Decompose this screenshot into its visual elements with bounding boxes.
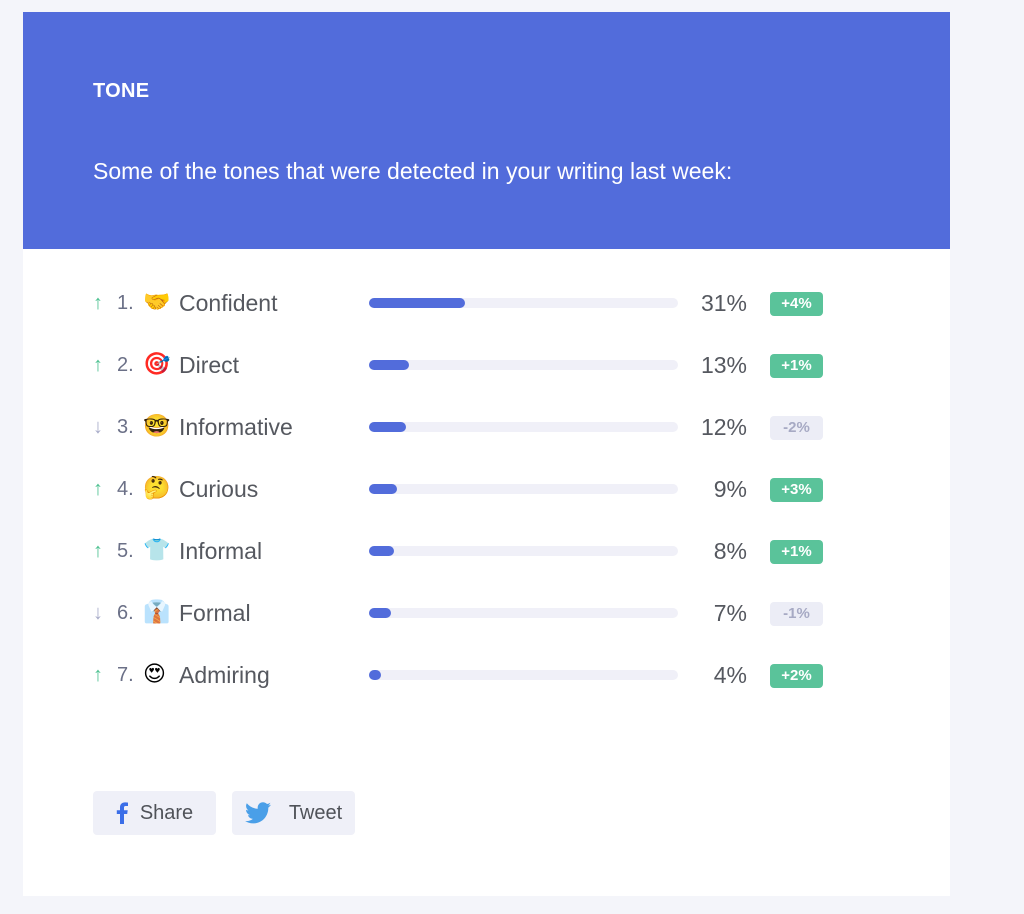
tone-card: TONE Some of the tones that were detecte…: [23, 12, 950, 896]
tone-row: ↑ 5. 👕 Informal 8% +1%: [93, 536, 853, 598]
tone-label: Confident: [179, 290, 278, 316]
tone-row: ↑ 2. 🎯 Direct 13% +1%: [93, 350, 853, 412]
tone-progress-fill: [369, 360, 410, 370]
tone-progress-fill: [369, 422, 407, 432]
tone-progress-track: [369, 298, 678, 308]
tone-rank: 6.: [117, 602, 134, 624]
tone-rank: 5.: [117, 540, 134, 562]
tone-label: Formal: [179, 600, 251, 626]
tone-percent: 4%: [713, 662, 747, 688]
handshake-icon: 🤝: [143, 290, 171, 315]
arrow-up-icon: ↑: [93, 354, 103, 376]
tone-percent: 7%: [713, 600, 747, 626]
tone-change-badge: +4%: [770, 292, 823, 316]
tone-percent: 8%: [713, 538, 747, 564]
t-shirt-icon: 👕: [143, 538, 171, 563]
tone-label: Informal: [179, 538, 263, 564]
tone-progress-fill: [369, 608, 391, 618]
nerd-face-icon: 🤓: [143, 414, 171, 439]
tone-percent: 9%: [713, 476, 747, 502]
share-label: Share: [139, 801, 194, 824]
direct-hit-icon: 🎯: [143, 352, 171, 377]
tone-percent: 12%: [700, 414, 747, 440]
tone-change-badge: +3%: [770, 478, 823, 502]
tone-rank: 1.: [117, 292, 134, 314]
tone-change-badge: +1%: [770, 354, 823, 378]
arrow-down-icon: ↓: [93, 602, 103, 624]
tone-change-badge: -2%: [770, 416, 823, 440]
thinking-face-icon: 🤔: [143, 476, 171, 501]
tone-progress-track: [369, 360, 678, 370]
arrow-down-icon: ↓: [93, 416, 103, 438]
tone-change-badge: +1%: [770, 540, 823, 564]
arrow-up-icon: ↑: [93, 478, 103, 500]
tone-row: ↑ 1. 🤝 Confident 31% +4%: [93, 288, 853, 350]
tone-rank: 4.: [117, 478, 134, 500]
facebook-icon: [116, 802, 128, 824]
tweet-button[interactable]: Tweet: [232, 791, 355, 835]
tone-progress-fill: [369, 546, 394, 556]
tone-progress-track: [369, 608, 678, 618]
tone-change-badge: +2%: [770, 664, 823, 688]
arrow-up-icon: ↑: [93, 664, 103, 686]
share-button[interactable]: Share: [93, 791, 216, 835]
tone-change-badge: -1%: [770, 602, 823, 626]
tone-percent: 31%: [700, 290, 747, 316]
heart-eyes-icon: 😍: [143, 662, 166, 687]
dress-shirt-icon: 👔: [143, 600, 171, 625]
tone-progress-track: [369, 670, 678, 680]
section-subtitle: Some of the tones that were detected in …: [93, 158, 733, 184]
tone-row: ↓ 6. 👔 Formal 7% -1%: [93, 598, 853, 660]
tone-rank: 7.: [117, 664, 134, 686]
tone-rank: 2.: [117, 354, 134, 376]
tone-label: Admiring: [179, 662, 270, 688]
tone-progress-track: [369, 484, 678, 494]
tone-progress-track: [369, 546, 678, 556]
tone-progress-track: [369, 422, 678, 432]
twitter-icon: [244, 802, 271, 824]
tone-header: TONE Some of the tones that were detecte…: [23, 12, 950, 249]
tone-percent: 13%: [700, 352, 747, 378]
arrow-up-icon: ↑: [93, 292, 103, 314]
tone-progress-fill: [369, 670, 382, 680]
tone-rank: 3.: [117, 416, 134, 438]
tone-list: ↑ 1. 🤝 Confident 31% +4% ↑ 2. 🎯 Direct 1…: [93, 288, 853, 722]
section-title: TONE: [93, 80, 150, 102]
tone-label: Direct: [179, 352, 240, 378]
tone-label: Curious: [179, 476, 259, 502]
arrow-up-icon: ↑: [93, 540, 103, 562]
tone-progress-fill: [369, 298, 465, 308]
tweet-label: Tweet: [288, 801, 343, 824]
tone-progress-fill: [369, 484, 397, 494]
tone-label: Informative: [179, 414, 293, 440]
tone-row: ↑ 4. 🤔 Curious 9% +3%: [93, 474, 853, 536]
tone-row: ↑ 7. 😍 Admiring 4% +2%: [93, 660, 853, 722]
tone-row: ↓ 3. 🤓 Informative 12% -2%: [93, 412, 853, 474]
social-buttons: Share Tweet: [93, 791, 355, 835]
